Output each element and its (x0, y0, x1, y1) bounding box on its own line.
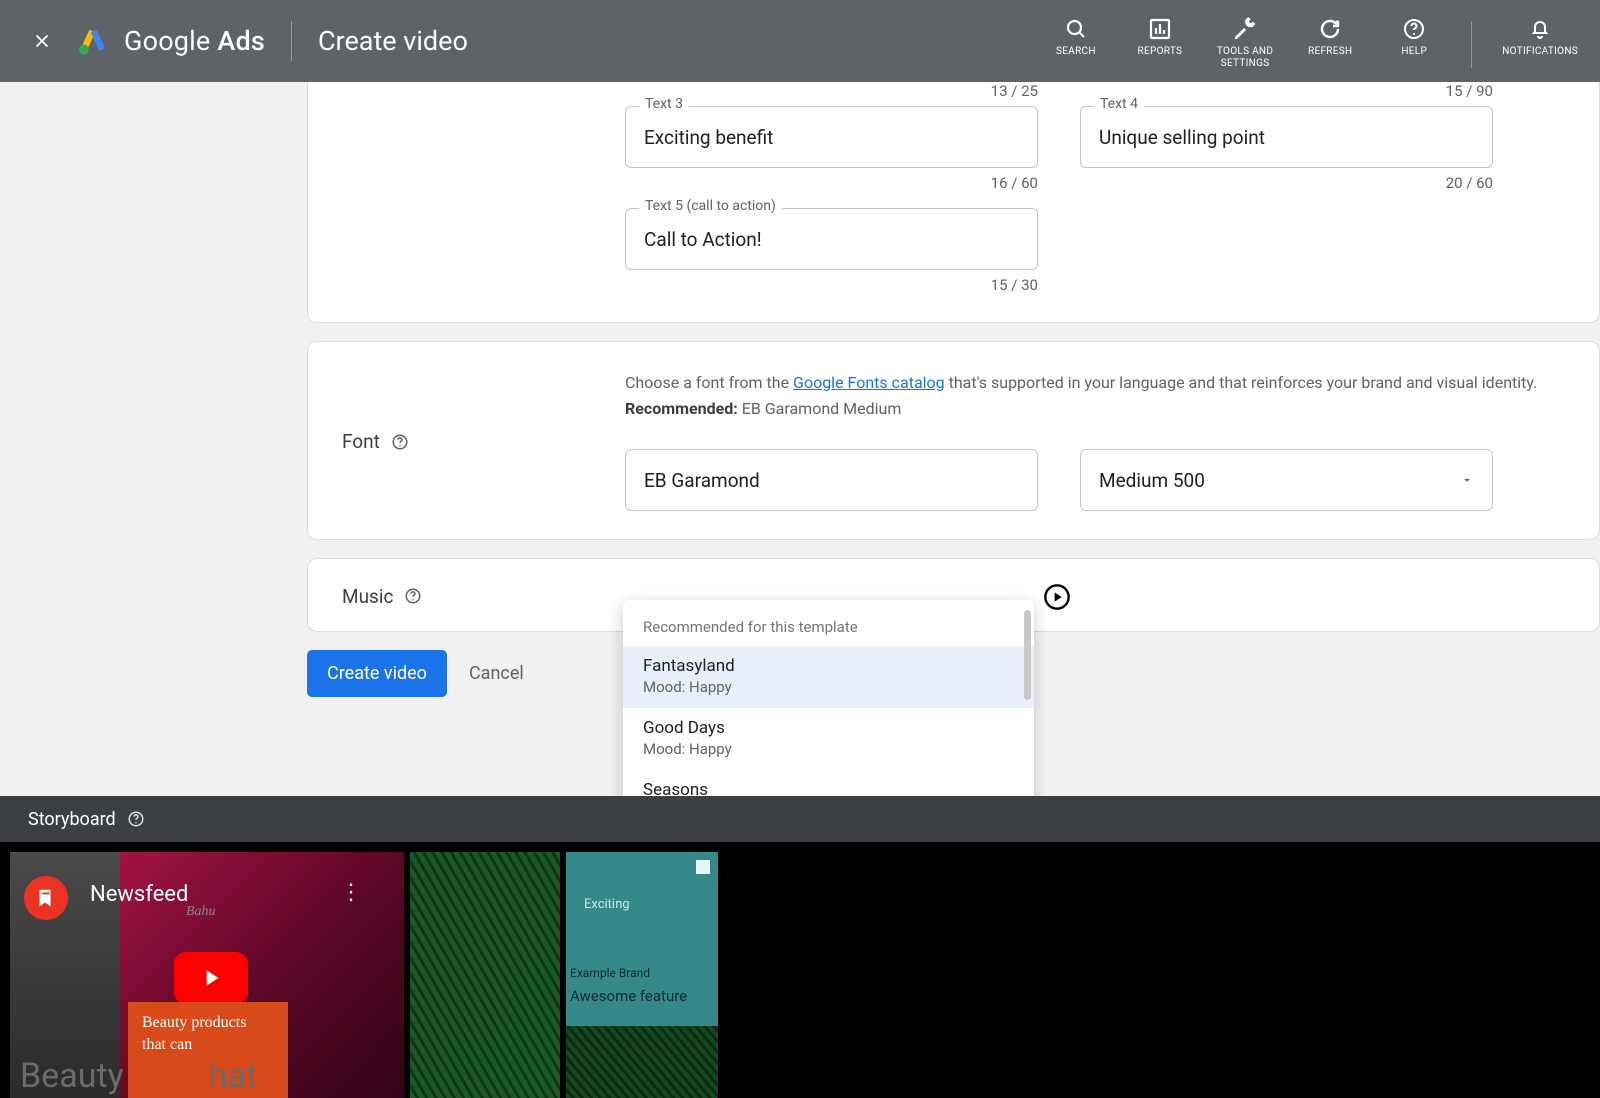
font-family-field (625, 449, 1038, 511)
app-header: Google Ads Create video SEARCH REPORTS T… (0, 0, 1600, 82)
font-description: Choose a font from the Google Fonts cata… (625, 370, 1565, 421)
storyboard-title: Storyboard (28, 809, 116, 830)
text4-label: Text 4 (1094, 96, 1144, 112)
storyboard-thumb-2[interactable]: Exciting Example Brand Awesome feature (566, 852, 718, 1098)
text5-field: Text 5 (call to action) 15 / 30 (625, 208, 1038, 294)
text4-counter: 20 / 60 (1080, 174, 1493, 192)
text3-input[interactable] (625, 106, 1038, 168)
font-section-card: Font Choose a font from the Google Fonts… (307, 341, 1600, 540)
fern-image-2 (566, 1026, 718, 1098)
nav-notifications[interactable]: NOTIFICATIONS (1502, 16, 1578, 58)
reports-icon (1148, 17, 1172, 41)
refresh-icon (1318, 17, 1342, 41)
small-square-icon (696, 860, 710, 874)
music-dropdown-header: Recommended for this template (623, 600, 1034, 646)
text4-input[interactable] (1080, 106, 1493, 168)
help-icon (127, 810, 145, 828)
storyboard-panel: Storyboard Newsfeed ⋮ Bahu Beauty produc… (0, 796, 1600, 1098)
text5-input[interactable] (625, 208, 1038, 270)
text4-field: Text 4 20 / 60 (1080, 106, 1493, 192)
nav-help[interactable]: HELP (1387, 16, 1441, 58)
thumb0-title: Beauty hat (20, 1056, 257, 1096)
music-option[interactable]: Fantasyland Mood: Happy (623, 646, 1034, 708)
thumb2-feature: Awesome feature (570, 987, 718, 1005)
cancel-button[interactable]: Cancel (469, 663, 524, 684)
font-weight-value: Medium 500 (1099, 469, 1205, 492)
header-divider (291, 21, 292, 61)
scrollbar[interactable] (1024, 610, 1031, 700)
page-title: Create video (318, 25, 468, 57)
storyboard-body: Newsfeed ⋮ Bahu Beauty products that can… (0, 842, 1600, 1098)
nav-refresh[interactable]: REFRESH (1303, 16, 1357, 58)
text5-counter: 15 / 30 (625, 276, 1038, 294)
font-section-title: Font (342, 430, 380, 453)
storyboard-thumb-1[interactable] (410, 852, 560, 1098)
help-icon (1402, 17, 1426, 41)
text3-counter: 16 / 60 (625, 174, 1038, 192)
font-weight-field: Medium 500 (1080, 449, 1493, 511)
youtube-play-button[interactable] (174, 952, 248, 1004)
bell-icon (1528, 17, 1552, 41)
brand-name: Google Ads (124, 25, 265, 57)
music-option[interactable]: Good Days Mood: Happy (623, 708, 1034, 770)
create-video-button[interactable]: Create video (307, 650, 447, 697)
music-help-button[interactable] (403, 586, 423, 606)
wrench-icon (1233, 17, 1257, 41)
storyboard-header: Storyboard (0, 796, 1600, 842)
header-nav-divider (1471, 22, 1472, 68)
fern-image (410, 852, 560, 1098)
thumb2-brand: Example Brand (570, 966, 650, 980)
close-button[interactable] (22, 21, 62, 61)
help-icon (391, 433, 409, 451)
storyboard-thumb-0[interactable]: Newsfeed ⋮ Bahu Beauty products that can… (10, 852, 404, 1098)
music-section-title: Music (342, 585, 393, 608)
text5-label: Text 5 (call to action) (639, 198, 782, 214)
thumb2-exciting: Exciting (584, 897, 630, 912)
font-family-input[interactable] (625, 449, 1038, 511)
chevron-down-icon (1460, 469, 1474, 492)
text3-label: Text 3 (639, 96, 689, 112)
newsfeed-label: Newsfeed (90, 882, 188, 907)
text-section-card: 13 / 25 15 / 90 Text 3 16 / 60 Text 4 20… (307, 82, 1600, 323)
header-nav: SEARCH REPORTS TOOLS AND SETTINGS REFRES… (1049, 12, 1578, 70)
text3-field: Text 3 16 / 60 (625, 106, 1038, 192)
bahu-label: Bahu (186, 904, 216, 920)
font-help-button[interactable] (390, 432, 410, 452)
search-icon (1064, 17, 1088, 41)
google-fonts-link[interactable]: Google Fonts catalog (793, 373, 945, 392)
google-ads-logo-icon (76, 24, 110, 58)
more-icon[interactable]: ⋮ (340, 880, 362, 905)
music-play-button[interactable] (1043, 583, 1071, 611)
logo-wrap: Google Ads (76, 24, 265, 58)
nav-reports[interactable]: REPORTS (1133, 16, 1187, 58)
storyboard-help-button[interactable] (126, 809, 146, 829)
play-circle-icon (1043, 583, 1071, 611)
play-icon (198, 965, 224, 991)
youtube-badge-icon (24, 876, 68, 920)
close-icon (31, 30, 53, 52)
nav-search[interactable]: SEARCH (1049, 16, 1103, 58)
nav-tools-settings[interactable]: TOOLS AND SETTINGS (1217, 16, 1273, 70)
font-weight-select[interactable]: Medium 500 (1080, 449, 1493, 511)
help-icon (404, 587, 422, 605)
